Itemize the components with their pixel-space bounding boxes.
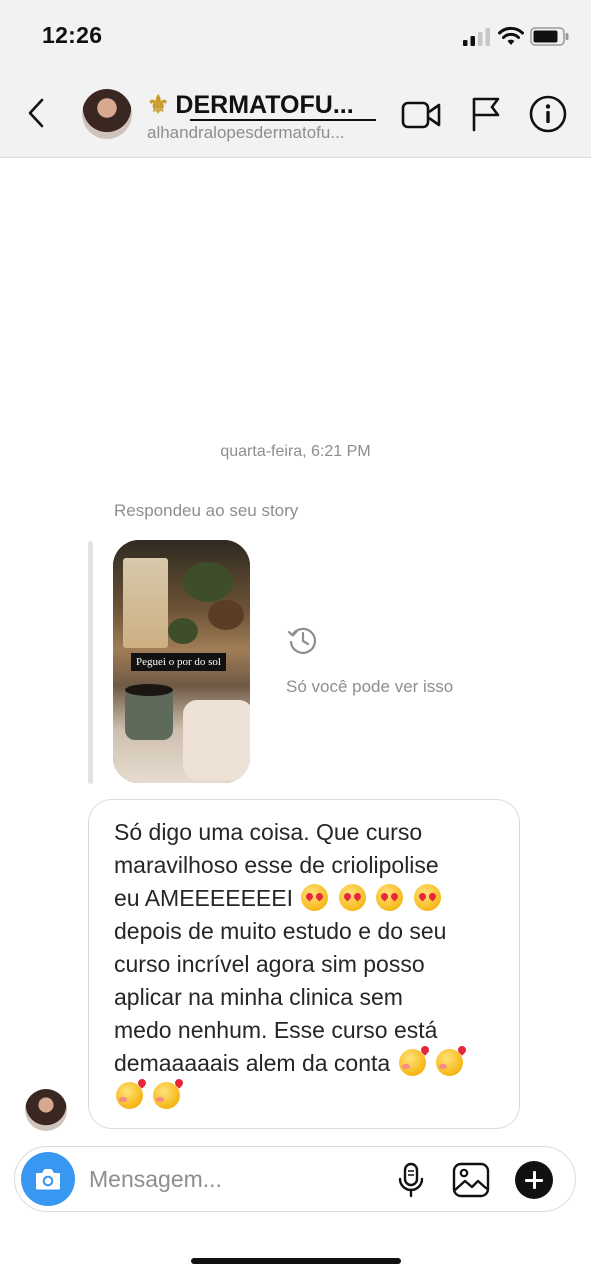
- sender-avatar[interactable]: [25, 1089, 67, 1131]
- story-photo-coffee: [125, 684, 173, 696]
- plus-icon[interactable]: [515, 1161, 553, 1199]
- story-photo-shelf: [208, 600, 244, 630]
- home-indicator[interactable]: [191, 1258, 401, 1264]
- story-photo-window: [123, 558, 168, 648]
- smiling-hearts-emoji-icon: [398, 1049, 426, 1076]
- message-line: Só digo uma coisa. Que curso: [114, 819, 423, 845]
- message-line: demaaaaais alem da conta: [114, 1050, 391, 1076]
- history-icon: [287, 627, 317, 654]
- message-line: medo nenhum. Esse curso está: [114, 1017, 438, 1043]
- story-reply-label: Respondeu ao seu story: [114, 501, 299, 520]
- only-you-can-see-label: Só você pode ver isso: [286, 677, 454, 696]
- message-line: eu AMEEEEEEEI: [114, 885, 293, 911]
- contact-name-underline: [190, 119, 376, 121]
- battery-icon: [530, 27, 569, 46]
- chat-header: ⚜ DERMATOFU... alhandralopesdermatofu...: [0, 74, 591, 158]
- video-call-icon[interactable]: [401, 100, 442, 130]
- message-input[interactable]: Mensagem...: [89, 1166, 222, 1193]
- fleur-de-lis-icon: ⚜: [147, 91, 170, 119]
- flag-icon[interactable]: [470, 96, 502, 132]
- microphone-icon[interactable]: [397, 1162, 425, 1198]
- heart-eyes-emoji-icon: [376, 884, 404, 911]
- message-composer: Mensagem...: [14, 1146, 576, 1212]
- message-text: Só digo uma coisa. Que curso maravilhoso…: [114, 816, 495, 1113]
- camera-icon: [36, 1169, 60, 1190]
- contact-name-text: DERMATOFU...: [175, 91, 354, 119]
- message-line: aplicar na minha clinica sem: [114, 984, 403, 1010]
- message-line: depois de muito estudo e do seu: [114, 918, 447, 944]
- heart-eyes-emoji-icon: [413, 884, 441, 911]
- story-photo-plant: [183, 562, 233, 602]
- camera-button[interactable]: [21, 1152, 75, 1206]
- contact-avatar[interactable]: [82, 89, 132, 139]
- status-time: 12:26: [42, 22, 103, 48]
- smiling-hearts-emoji-icon: [116, 1082, 143, 1109]
- heart-eyes-emoji-icon: [338, 884, 366, 911]
- message-bubble[interactable]: Só digo uma coisa. Que curso maravilhoso…: [88, 799, 520, 1129]
- status-bar: 12:26: [0, 0, 591, 74]
- story-photo-plant-2: [168, 618, 198, 644]
- smiling-hearts-emoji-icon: [435, 1049, 463, 1076]
- contact-username[interactable]: alhandralopesdermatofu...: [147, 123, 345, 143]
- story-caption: Peguei o por do sol: [131, 653, 226, 671]
- contact-name[interactable]: ⚜ DERMATOFU...: [147, 90, 354, 120]
- smiling-hearts-emoji-icon: [153, 1082, 181, 1109]
- story-photo-chair: [183, 700, 250, 780]
- heart-eyes-emoji-icon: [301, 884, 329, 911]
- back-chevron-icon[interactable]: [24, 96, 50, 130]
- message-line: curso incrível agora sim posso: [114, 951, 425, 977]
- message-line: maravilhoso esse de criolipolise: [114, 852, 439, 878]
- info-icon[interactable]: [528, 94, 568, 134]
- wifi-icon: [498, 26, 524, 45]
- story-thumbnail[interactable]: Peguei o por do sol: [113, 540, 250, 783]
- date-separator: quarta-feira, 6:21 PM: [220, 443, 371, 460]
- gallery-icon[interactable]: [452, 1162, 490, 1198]
- reply-indicator-bar: [88, 541, 93, 784]
- cellular-signal-icon: [463, 28, 490, 46]
